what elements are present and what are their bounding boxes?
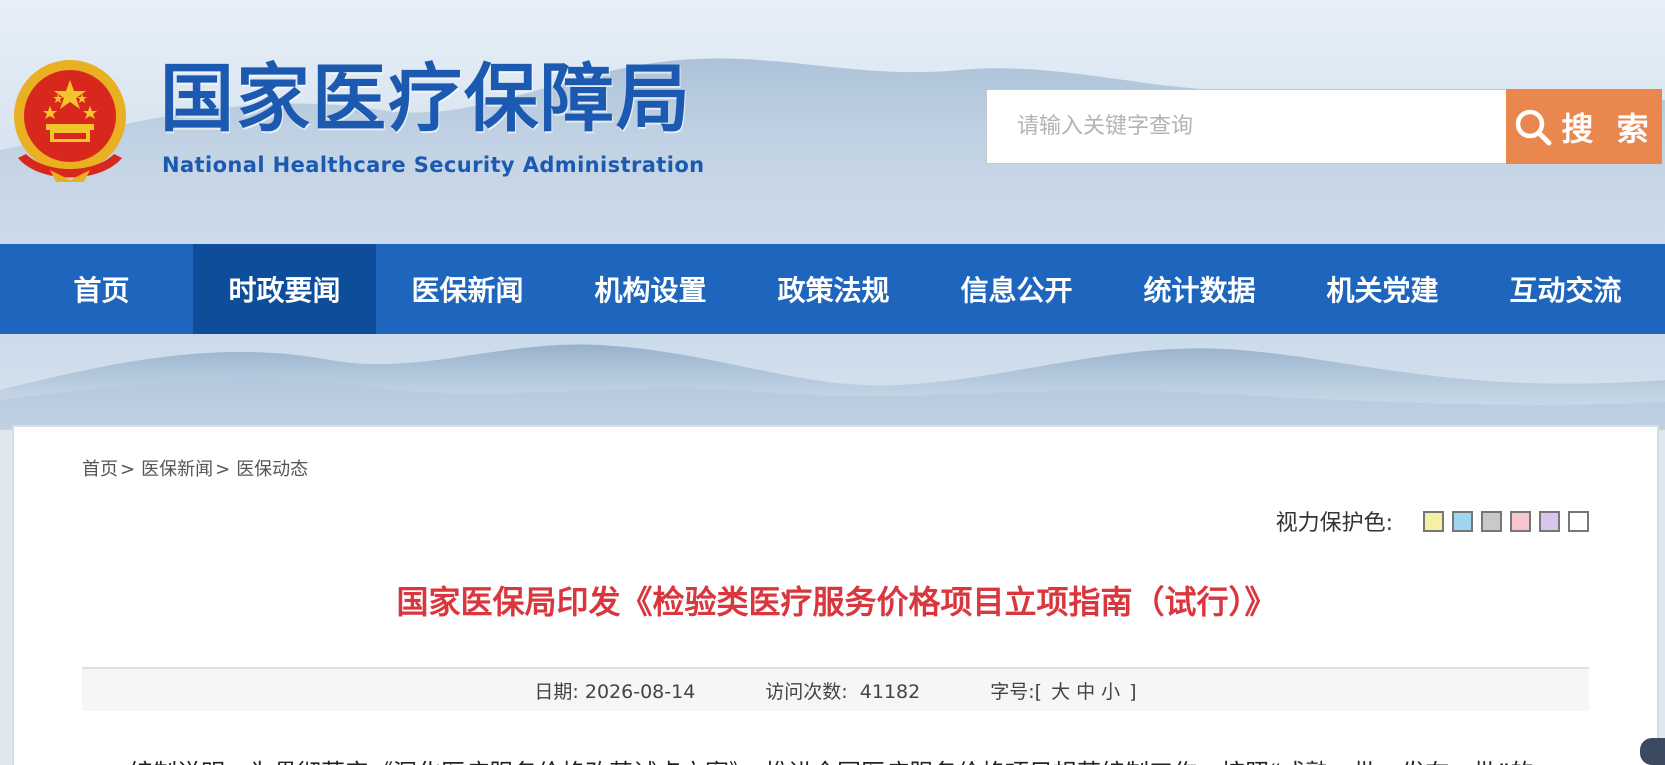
- main-nav: 首页 时政要闻 医保新闻 机构设置 政策法规 信息公开 统计数据 机关党建 互动…: [0, 244, 1665, 334]
- views-value: 41182: [859, 680, 921, 703]
- article-title: 国家医保局印发《检验类医疗服务价格项目立项指南（试行）》: [396, 583, 1277, 621]
- nav-item-party-building[interactable]: 机关党建: [1291, 244, 1474, 334]
- nav-item-healthcare-news[interactable]: 医保新闻: [376, 244, 559, 334]
- color-swatch-gray[interactable]: [1481, 510, 1502, 532]
- article-views: 访问次数: 41182: [765, 677, 920, 704]
- national-emblem-icon: [14, 60, 126, 182]
- color-swatch-purple[interactable]: [1539, 510, 1560, 532]
- font-size-large[interactable]: 大: [1051, 681, 1070, 703]
- nav-item-current-affairs[interactable]: 时政要闻: [193, 244, 376, 334]
- article-panel: 首页 > 医保新闻 > 医保动态 视力保护色: 国家医保局印发《检验类医疗服务价格项目立…: [12, 425, 1659, 765]
- nav-item-interaction[interactable]: 互动交流: [1474, 244, 1657, 334]
- breadcrumb-home[interactable]: 首页: [82, 459, 118, 480]
- search-bar: 搜 索: [986, 89, 1662, 164]
- article-meta: 日期: 2026-08-14 访问次数: 41182 字号:[ 大中小 ]: [82, 667, 1589, 711]
- article-body-line: 编制说明：为贯彻落实《深化医疗服务价格改革试点方案》，推进全国医疗服务价格项目规…: [129, 753, 1604, 765]
- breadcrumb: 首页 > 医保新闻 > 医保动态: [82, 455, 308, 481]
- nav-item-statistics[interactable]: 统计数据: [1108, 244, 1291, 334]
- site-subtitle: National Healthcare Security Administrat…: [162, 153, 705, 177]
- color-swatch-yellow[interactable]: [1423, 510, 1444, 532]
- color-swatch-blue[interactable]: [1452, 510, 1473, 532]
- nav-item-policies[interactable]: 政策法规: [742, 244, 925, 334]
- font-size-small[interactable]: 小: [1101, 681, 1120, 703]
- font-size-controls: 字号:[ 大中小 ]: [990, 680, 1137, 703]
- eye-protection-colors: 视力保护色:: [1276, 505, 1589, 537]
- eye-protection-label: 视力保护色:: [1275, 511, 1393, 536]
- color-swatch-white[interactable]: [1568, 510, 1589, 532]
- font-size-medium[interactable]: 中: [1076, 681, 1095, 703]
- breadcrumb-separator: >: [215, 459, 231, 480]
- search-button[interactable]: 搜 索: [1506, 89, 1662, 164]
- breadcrumb-healthcare-news[interactable]: 医保新闻: [141, 459, 213, 480]
- nav-item-home[interactable]: 首页: [10, 244, 193, 334]
- floating-widget-icon[interactable]: [1640, 738, 1665, 765]
- search-icon: [1516, 109, 1552, 145]
- search-input[interactable]: [986, 89, 1506, 164]
- article-date: 日期: 2026-08-14: [534, 677, 695, 704]
- breadcrumb-healthcare-updates[interactable]: 医保动态: [236, 459, 308, 480]
- font-size-label: 字号:: [990, 680, 1035, 703]
- nav-item-disclosure[interactable]: 信息公开: [925, 244, 1108, 334]
- color-swatch-pink[interactable]: [1510, 510, 1531, 532]
- search-button-label: 搜 索: [1561, 109, 1655, 148]
- breadcrumb-separator: >: [120, 459, 136, 480]
- date-label: 日期:: [534, 680, 579, 703]
- site-header: 国家医疗保障局 National Healthcare Security Adm…: [0, 0, 1665, 244]
- nav-item-organization[interactable]: 机构设置: [559, 244, 742, 334]
- article-body: 编制说明：为贯彻落实《深化医疗服务价格改革试点方案》，推进全国医疗服务价格项目规…: [129, 749, 1604, 765]
- views-label: 访问次数:: [765, 680, 848, 703]
- site-title: 国家医疗保障局: [160, 56, 692, 142]
- date-value: 2026-08-14: [584, 680, 696, 703]
